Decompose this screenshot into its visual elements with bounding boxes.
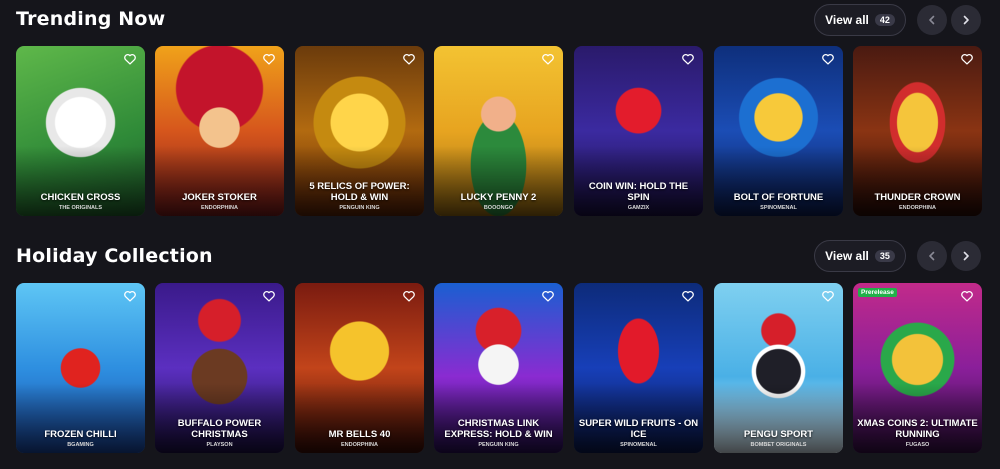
game-card[interactable]: FROZEN CHILLI BGAMING bbox=[16, 283, 145, 453]
heart-outline-icon[interactable] bbox=[262, 289, 276, 303]
game-name: BUFFALO POWER CHRISTMAS bbox=[177, 418, 262, 440]
chevron-right-icon bbox=[963, 15, 969, 25]
view-all-label: View all bbox=[825, 249, 869, 263]
game-provider: ENDORPHINA bbox=[899, 205, 936, 211]
heart-outline-icon[interactable] bbox=[123, 289, 137, 303]
heart-outline-icon[interactable] bbox=[123, 52, 137, 66]
game-name: BOLT OF FORTUNE bbox=[733, 192, 824, 203]
game-card[interactable]: Prerelease XMAS COINS 2: ULTIMATE RUNNIN… bbox=[853, 283, 982, 453]
view-all-label: View all bbox=[825, 13, 869, 27]
heart-outline-icon[interactable] bbox=[402, 289, 416, 303]
heart-outline-icon[interactable] bbox=[960, 52, 974, 66]
carousel-next-button[interactable] bbox=[951, 241, 981, 271]
heart-outline-icon[interactable] bbox=[821, 52, 835, 66]
game-card[interactable]: BUFFALO POWER CHRISTMAS PLAYSON bbox=[155, 283, 284, 453]
game-name: CHRISTMAS LINK EXPRESS: HOLD & WIN bbox=[444, 418, 553, 440]
heart-outline-icon[interactable] bbox=[262, 52, 276, 66]
carousel-prev-button[interactable] bbox=[917, 5, 947, 35]
view-all-button[interactable]: View all 42 bbox=[814, 4, 906, 36]
heart-outline-icon[interactable] bbox=[541, 52, 555, 66]
game-name: SUPER WILD FRUITS - ON ICE bbox=[578, 418, 699, 440]
chevron-right-icon bbox=[963, 251, 969, 261]
game-provider: PLAYSON bbox=[206, 442, 233, 448]
game-card[interactable]: THUNDER CROWN ENDORPHINA bbox=[853, 46, 982, 216]
heart-outline-icon[interactable] bbox=[821, 289, 835, 303]
game-provider: BOOONGO bbox=[483, 205, 514, 211]
game-provider: PENGUIN KING bbox=[478, 442, 519, 448]
game-name: JOKER STOKER bbox=[182, 192, 257, 203]
game-name: XMAS COINS 2: ULTIMATE RUNNING bbox=[857, 418, 978, 440]
heart-outline-icon[interactable] bbox=[960, 289, 974, 303]
game-name: LUCKY PENNY 2 bbox=[460, 192, 537, 203]
game-name: CHICKEN CROSS bbox=[40, 192, 121, 203]
chevron-left-icon bbox=[929, 251, 935, 261]
game-name: PENGU SPORT bbox=[743, 429, 814, 440]
heart-outline-icon[interactable] bbox=[681, 52, 695, 66]
game-card[interactable]: BOLT OF FORTUNE SPINOMENAL bbox=[714, 46, 843, 216]
game-card[interactable]: CHRISTMAS LINK EXPRESS: HOLD & WIN PENGU… bbox=[434, 283, 563, 453]
game-card[interactable]: PENGU SPORT BOMBET ORIGINALS bbox=[714, 283, 843, 453]
game-card[interactable]: SUPER WILD FRUITS - ON ICE SPINOMENAL bbox=[574, 283, 703, 453]
heart-outline-icon[interactable] bbox=[541, 289, 555, 303]
game-provider: THE ORIGINALS bbox=[58, 205, 103, 211]
game-provider: ENDORPHINA bbox=[341, 442, 378, 448]
game-provider: BOMBET ORIGINALS bbox=[750, 442, 807, 448]
game-card[interactable]: MR BELLS 40 ENDORPHINA bbox=[295, 283, 424, 453]
game-name: MR BELLS 40 bbox=[328, 429, 391, 440]
game-provider: GAMZIX bbox=[627, 205, 650, 211]
game-name: COIN WIN: HOLD THE SPIN bbox=[588, 181, 689, 203]
heart-outline-icon[interactable] bbox=[402, 52, 416, 66]
prerelease-badge: Prerelease bbox=[858, 288, 897, 297]
game-provider: PENGUIN KING bbox=[339, 205, 380, 211]
game-card[interactable]: JOKER STOKER ENDORPHINA bbox=[155, 46, 284, 216]
game-provider: BGAMING bbox=[67, 442, 94, 448]
game-name: FROZEN CHILLI bbox=[44, 429, 117, 440]
game-provider: FUGASO bbox=[905, 442, 930, 448]
game-card[interactable]: 5 RELICS OF POWER: HOLD & WIN PENGUIN KI… bbox=[295, 46, 424, 216]
game-card[interactable]: COIN WIN: HOLD THE SPIN GAMZIX bbox=[574, 46, 703, 216]
carousel-next-button[interactable] bbox=[951, 5, 981, 35]
game-card[interactable]: CHICKEN CROSS THE ORIGINALS bbox=[16, 46, 145, 216]
view-all-count: 42 bbox=[874, 14, 895, 26]
game-provider: SPINOMENAL bbox=[620, 442, 657, 448]
chevron-left-icon bbox=[929, 15, 935, 25]
carousel-prev-button[interactable] bbox=[917, 241, 947, 271]
game-card[interactable]: LUCKY PENNY 2 BOOONGO bbox=[434, 46, 563, 216]
game-name: 5 RELICS OF POWER: HOLD & WIN bbox=[309, 181, 410, 203]
heart-outline-icon[interactable] bbox=[681, 289, 695, 303]
view-all-button[interactable]: View all 35 bbox=[814, 240, 906, 272]
section-title: Holiday Collection bbox=[16, 245, 213, 267]
section-title: Trending Now bbox=[16, 8, 166, 30]
view-all-count: 35 bbox=[874, 250, 895, 262]
game-provider: ENDORPHINA bbox=[201, 205, 238, 211]
game-name: THUNDER CROWN bbox=[874, 192, 961, 203]
game-provider: SPINOMENAL bbox=[760, 205, 797, 211]
